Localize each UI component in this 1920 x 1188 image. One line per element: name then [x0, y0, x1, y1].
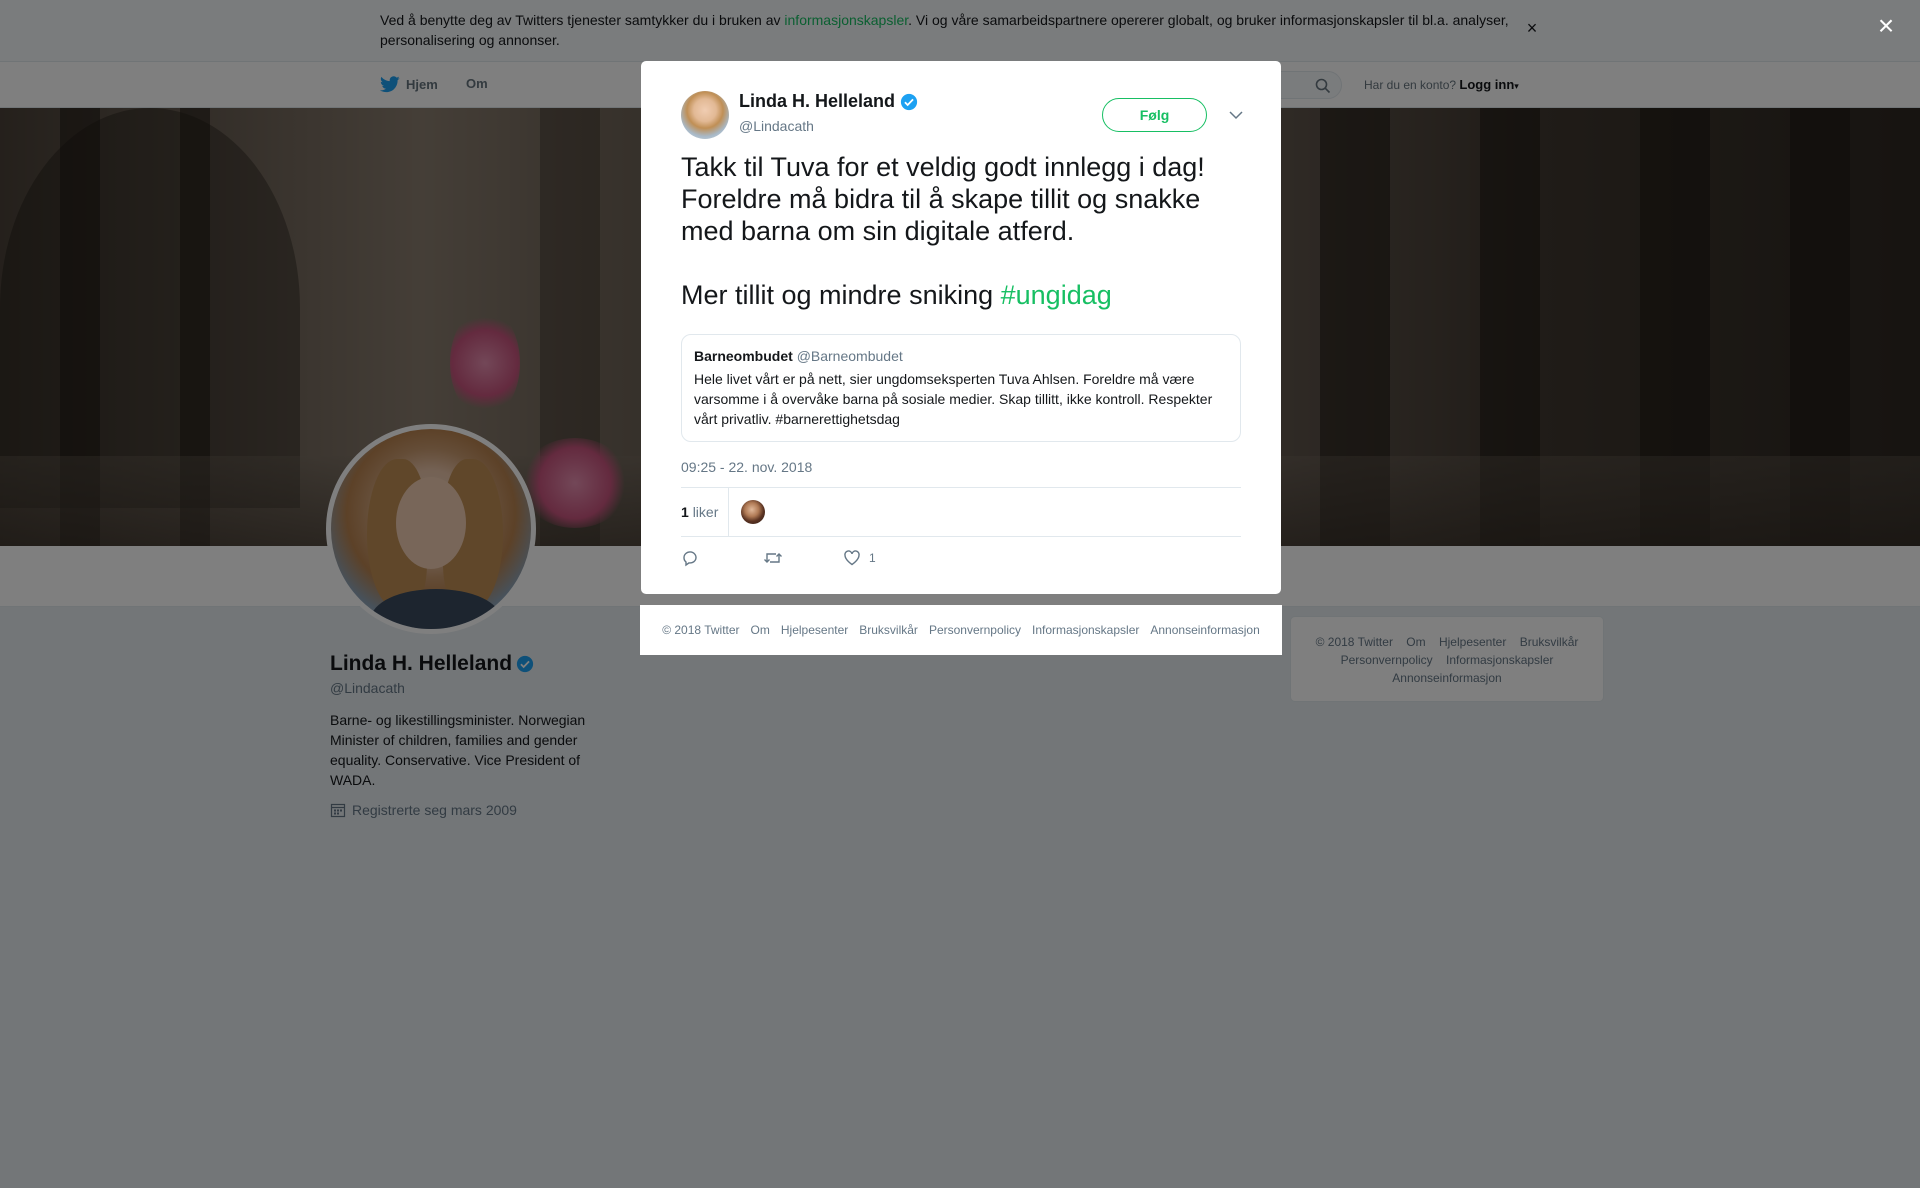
- tweet-author-avatar[interactable]: [681, 91, 729, 139]
- retweet-button[interactable]: [763, 549, 783, 567]
- likes-stat[interactable]: 1 liker: [681, 504, 718, 520]
- tweet-author-name: Linda H. Helleland: [739, 91, 918, 112]
- tweet-paragraph: Takk til Tuva for et veldig godt innlegg…: [681, 152, 1205, 246]
- tweet-modal: Linda H. Helleland @Lindacath Følg Takk …: [641, 61, 1281, 594]
- follow-button[interactable]: Følg: [1102, 98, 1207, 132]
- footer-link: © 2018 Twitter: [662, 623, 740, 637]
- reply-button[interactable]: [681, 549, 699, 567]
- tweet-paragraph-text: Mer tillit og mindre sniking: [681, 280, 1001, 310]
- tweet-author-name-text[interactable]: Linda H. Helleland: [739, 91, 895, 112]
- modal-footer: © 2018 Twitter Om Hjelpesenter Bruksvilk…: [640, 605, 1282, 655]
- footer-link[interactable]: Om: [751, 623, 770, 637]
- stats-divider: [728, 488, 729, 536]
- footer-link[interactable]: Annonseinformasjon: [1150, 623, 1259, 637]
- retweet-icon: [764, 553, 782, 563]
- tweet-timestamp[interactable]: 09:25 - 22. nov. 2018: [681, 459, 812, 475]
- heart-icon: [844, 550, 860, 566]
- like-button[interactable]: 1: [843, 549, 876, 567]
- overlay-close-button[interactable]: ×: [1872, 12, 1900, 40]
- tweet-options-button[interactable]: [1226, 105, 1246, 125]
- quoted-tweet-header: Barneombudet @Barneombudet: [694, 347, 1228, 365]
- hashtag-link[interactable]: #ungidag: [1001, 280, 1112, 310]
- footer-link[interactable]: Informasjonskapsler: [1032, 623, 1139, 637]
- footer-link[interactable]: Bruksvilkår: [859, 623, 918, 637]
- footer-link[interactable]: Personvernpolicy: [929, 623, 1021, 637]
- likes-count: 1: [681, 504, 689, 520]
- reply-icon: [683, 551, 697, 567]
- quoted-tweet[interactable]: Barneombudet @Barneombudet Hele livet vå…: [681, 334, 1241, 442]
- liker-avatar[interactable]: [741, 500, 765, 524]
- tweet-stats: 1 liker: [681, 487, 1241, 537]
- quoted-tweet-text: Hele livet vårt er på nett, sier ungdoms…: [694, 371, 1213, 427]
- tweet-author-handle[interactable]: @Lindacath: [739, 118, 814, 134]
- likes-label: liker: [692, 504, 719, 520]
- footer-link[interactable]: Hjelpesenter: [781, 623, 848, 637]
- verified-badge-icon: [900, 93, 918, 110]
- tweet-text: Takk til Tuva for et veldig godt innlegg…: [681, 151, 1241, 311]
- tweet-actions: 1: [681, 549, 1241, 579]
- chevron-down-icon: [1229, 111, 1243, 120]
- quoted-tweet-author-name: Barneombudet: [694, 348, 793, 364]
- quoted-tweet-author-handle: @Barneombudet: [796, 348, 903, 364]
- tweet-paragraph: Mer tillit og mindre sniking #ungidag: [681, 279, 1241, 311]
- like-count: 1: [869, 551, 876, 565]
